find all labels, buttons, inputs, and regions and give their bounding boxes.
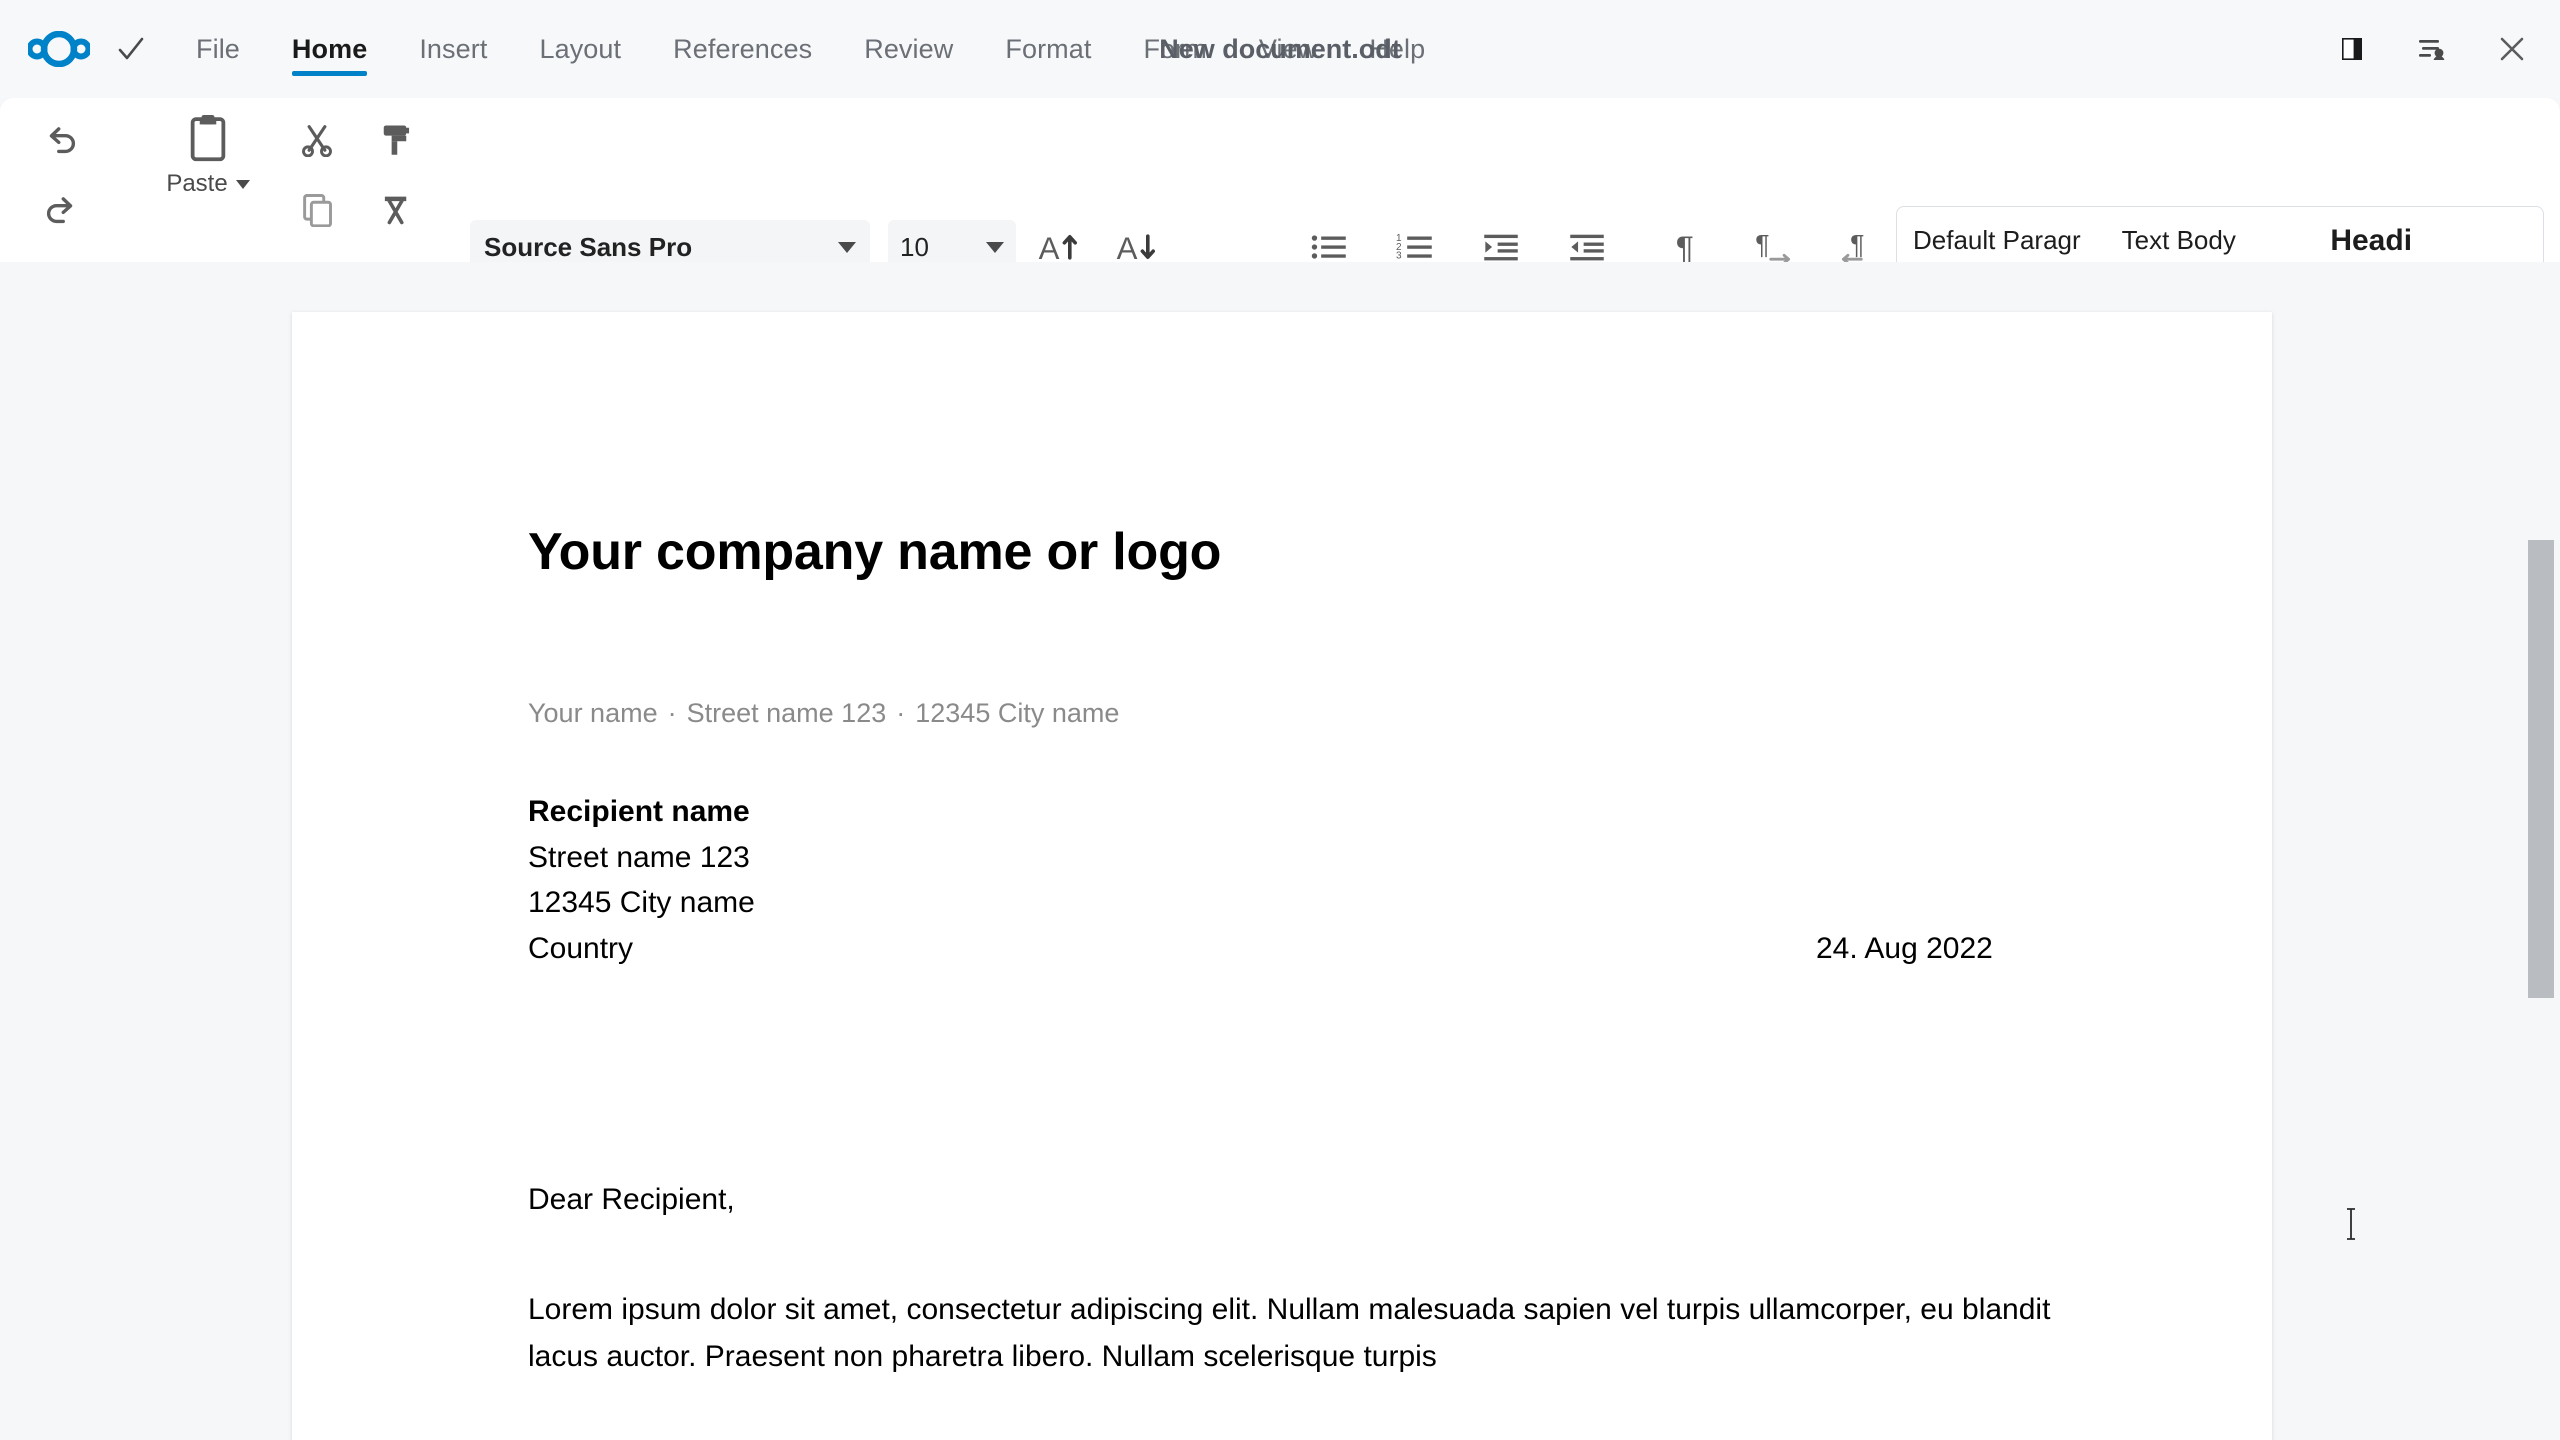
- tab-layout[interactable]: Layout: [513, 0, 647, 98]
- document-page[interactable]: Your company name or logo Your name·Stre…: [292, 312, 2272, 1440]
- svg-text:¶: ¶: [1850, 230, 1864, 260]
- clone-formatting-button[interactable]: [366, 112, 424, 166]
- body-paragraph: Lorem ipsum dolor sit amet, consectetur …: [528, 1287, 2088, 1381]
- titlebar-actions: [2326, 0, 2538, 98]
- nextcloud-logo-icon[interactable]: [28, 31, 90, 67]
- clipboard-icon: [184, 112, 232, 164]
- chevron-down-icon[interactable]: [986, 242, 1004, 253]
- tab-label: Help: [1369, 34, 1425, 65]
- svg-text:¶: ¶: [1755, 230, 1769, 260]
- svg-text:3: 3: [1396, 251, 1402, 262]
- redo-button[interactable]: [32, 182, 90, 236]
- recipient-city: 12345 City name: [528, 880, 2132, 926]
- paste-button[interactable]: Paste: [148, 112, 268, 252]
- vertical-scrollbar[interactable]: [2528, 532, 2554, 1422]
- tab-label: Format: [1005, 34, 1091, 65]
- recipient-name: Recipient name: [528, 789, 2132, 835]
- font-size-value: 10: [900, 232, 986, 263]
- menu-bar: File Home Insert Layout References Revie…: [0, 0, 2560, 98]
- tab-label: Review: [864, 34, 953, 65]
- sender-city: 12345 City name: [915, 698, 1119, 728]
- style-label: Default Paragr: [1913, 225, 2081, 256]
- paste-label: Paste: [166, 170, 227, 198]
- copy-button[interactable]: [288, 182, 346, 236]
- tab-references[interactable]: References: [647, 0, 838, 98]
- tab-form[interactable]: Form: [1117, 0, 1232, 98]
- sender-name: Your name: [528, 698, 658, 728]
- tab-label: Layout: [539, 34, 621, 65]
- tab-label: Home: [292, 34, 367, 65]
- company-name-heading: Your company name or logo: [528, 522, 2132, 582]
- page-content: Your company name or logo Your name·Stre…: [528, 522, 2132, 1381]
- sidebar-panel-icon[interactable]: [2326, 23, 2378, 75]
- formatting-tools-group: [366, 112, 424, 236]
- style-label: Headi: [2330, 224, 2412, 258]
- tab-insert[interactable]: Insert: [393, 0, 513, 98]
- undo-button[interactable]: [32, 112, 90, 166]
- undo-redo-group: [32, 112, 90, 236]
- tab-label: Form: [1143, 34, 1206, 65]
- svg-text:¶: ¶: [1676, 229, 1694, 265]
- users-list-icon[interactable]: [2406, 23, 2458, 75]
- separator-dot: ·: [658, 698, 687, 728]
- svg-text:A: A: [1039, 231, 1060, 265]
- ribbon-toolbar: Paste: [0, 98, 2560, 262]
- recipient-country: Country: [528, 932, 633, 965]
- recipient-street: Street name 123: [528, 835, 2132, 881]
- separator-dot: ·: [886, 698, 915, 728]
- style-label: Text Body: [2122, 225, 2236, 256]
- tab-label: File: [196, 34, 240, 65]
- tab-review[interactable]: Review: [838, 0, 979, 98]
- cut-button[interactable]: [288, 112, 346, 166]
- close-icon[interactable]: [2486, 23, 2538, 75]
- sender-address-line: Your name·Street name 123·12345 City nam…: [528, 698, 2132, 729]
- tab-view[interactable]: View: [1233, 0, 1343, 98]
- salutation-text: Dear Recipient,: [528, 1183, 2132, 1217]
- chevron-down-icon[interactable]: [236, 180, 250, 189]
- vertical-scrollbar-thumb[interactable]: [2528, 540, 2554, 998]
- document-date: 24. Aug 2022: [1816, 926, 1993, 972]
- svg-text:A: A: [1117, 231, 1138, 265]
- tab-format[interactable]: Format: [979, 0, 1117, 98]
- sender-street: Street name 123: [687, 698, 887, 728]
- tab-label: View: [1259, 34, 1317, 65]
- font-name-value: Source Sans Pro: [484, 232, 838, 263]
- tab-home[interactable]: Home: [266, 0, 393, 98]
- text-cursor-icon: [2344, 1207, 2358, 1241]
- tab-label: References: [673, 34, 812, 65]
- tab-help[interactable]: Help: [1343, 0, 1451, 98]
- clear-formatting-button[interactable]: [366, 182, 424, 236]
- document-canvas[interactable]: Your company name or logo Your name·Stre…: [0, 262, 2560, 1440]
- recipient-block: Recipient name Street name 123 12345 Cit…: [528, 789, 2132, 971]
- tab-label: Insert: [419, 34, 487, 65]
- tab-file[interactable]: File: [170, 0, 266, 98]
- save-status-checkmark-icon[interactable]: [108, 26, 154, 72]
- chevron-down-icon[interactable]: [838, 242, 856, 253]
- cut-copy-group: [288, 112, 346, 236]
